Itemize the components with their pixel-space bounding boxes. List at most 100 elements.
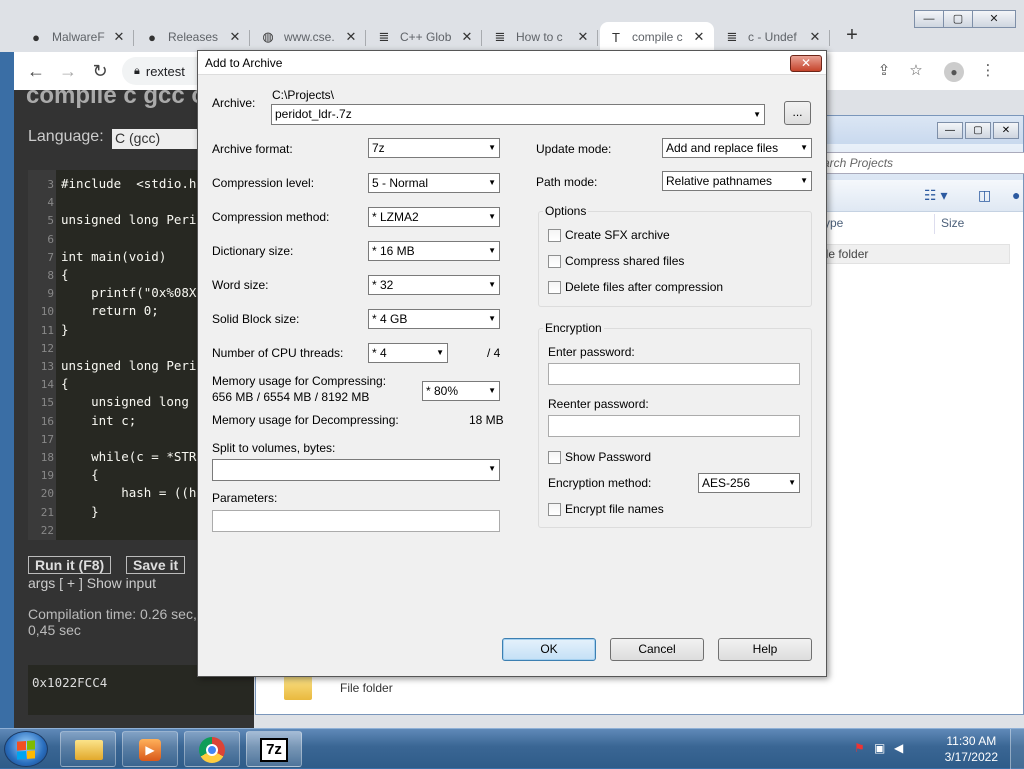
save-button[interactable]: Save it xyxy=(126,556,186,574)
menu-kebab-icon[interactable]: ⋮ xyxy=(976,60,1000,84)
dialog-title: Add to Archive xyxy=(205,56,283,70)
archive-directory: C:\Projects\ xyxy=(272,88,335,102)
encrypt-names-checkbox[interactable]: Encrypt file names xyxy=(548,502,664,516)
args-show-input[interactable]: args [ + ] Show input xyxy=(28,575,156,591)
create-sfx-checkbox[interactable]: Create SFX archive xyxy=(548,228,670,242)
network-icon[interactable]: ▣ xyxy=(874,741,888,755)
compress-shared-label: Compress shared files xyxy=(565,254,685,268)
compress-shared-checkbox[interactable]: Compress shared files xyxy=(548,254,684,268)
solid-block-select[interactable]: * 4 GB xyxy=(368,309,500,329)
folder-icon xyxy=(284,676,312,700)
action-center-icon[interactable]: ⚑ xyxy=(854,741,868,755)
encryption-method-select[interactable]: AES-256 xyxy=(698,473,800,493)
explorer-close-button[interactable]: ✕ xyxy=(993,122,1019,139)
file-row[interactable]: ile folder xyxy=(816,244,1010,264)
tab-title: c - Undef xyxy=(748,30,797,44)
compression-level-select[interactable]: 5 - Normal xyxy=(368,173,500,193)
show-desktop-button[interactable] xyxy=(1010,729,1024,769)
update-mode-select[interactable]: Add and replace files xyxy=(662,138,812,158)
tab-close-icon[interactable]: ✕ xyxy=(808,29,822,45)
profile-icon[interactable]: ● xyxy=(944,62,964,82)
explorer-maximize-button[interactable]: ▢ xyxy=(965,122,991,139)
cancel-button[interactable]: Cancel xyxy=(610,638,704,661)
back-icon[interactable]: ← xyxy=(24,60,48,84)
explorer-minimize-button[interactable]: — xyxy=(937,122,963,139)
reload-icon[interactable]: ↻ xyxy=(88,60,112,84)
code-line: hash = ((ha xyxy=(61,485,204,501)
new-tab-button[interactable]: + xyxy=(840,24,864,48)
tab-close-icon[interactable]: ✕ xyxy=(228,29,242,45)
tab-4[interactable]: ≣ How to c ✕ xyxy=(484,22,598,52)
taskbar-file-explorer[interactable] xyxy=(60,731,116,767)
tab-close-icon[interactable]: ✕ xyxy=(460,29,474,45)
dictionary-size-select[interactable]: * 16 MB xyxy=(368,241,500,261)
tab-3[interactable]: ≣ C++ Glob ✕ xyxy=(368,22,482,52)
address-bar[interactable]: 🔒︎ rextest xyxy=(122,57,202,85)
maximize-button[interactable]: ▢ xyxy=(943,10,973,28)
browse-button[interactable]: ... xyxy=(784,101,811,125)
tab-6[interactable]: ≣ c - Undef ✕ xyxy=(716,22,830,52)
rextester-icon: T xyxy=(612,29,620,45)
ok-button[interactable]: OK xyxy=(502,638,596,661)
lock-icon: 🔒︎ xyxy=(134,64,140,77)
run-button[interactable]: Run it (F8) xyxy=(28,556,112,574)
split-volumes-combo[interactable] xyxy=(212,459,500,481)
path-mode-select[interactable]: Relative pathnames xyxy=(662,171,812,191)
archive-format-select[interactable]: 7z xyxy=(368,138,500,158)
tab-close-icon[interactable]: ✕ xyxy=(112,29,126,45)
clock[interactable]: 11:30 AM 3/17/2022 xyxy=(945,733,998,765)
view-options-icon[interactable]: ☷ ▾ xyxy=(924,187,947,204)
share-icon[interactable]: ⇪ xyxy=(872,60,896,84)
bookmark-star-icon[interactable]: ☆ xyxy=(904,60,928,84)
line-number: 17 xyxy=(40,432,54,446)
help-button[interactable]: Help xyxy=(718,638,812,661)
github-icon: ● xyxy=(148,29,156,45)
file-row-type[interactable]: File folder xyxy=(340,681,393,695)
tab-5[interactable]: Tcompile c ✕ xyxy=(600,22,714,52)
memory-percent-select[interactable]: * 80% xyxy=(422,381,500,401)
enter-password-input[interactable] xyxy=(548,363,800,385)
code-line: printf("0x%08X\ xyxy=(61,285,204,301)
code-line: while(c = *STRI xyxy=(61,449,204,464)
delete-after-checkbox[interactable]: Delete files after compression xyxy=(548,280,723,294)
line-gutter: 3 4 5 6 7 8 9 10 11 12 13 14 15 16 17 18 19 20 21 22 xyxy=(28,170,56,540)
language-select[interactable]: C (gcc) xyxy=(112,129,202,149)
forward-icon[interactable]: → xyxy=(56,60,80,84)
taskbar-chrome[interactable] xyxy=(184,731,240,767)
preview-pane-icon[interactable]: ◫ xyxy=(978,187,991,204)
sevenzip-icon: 7z xyxy=(260,738,288,762)
volume-icon[interactable]: ◀ xyxy=(894,741,908,755)
windows-logo-icon xyxy=(17,740,35,760)
tab-close-icon[interactable]: ✕ xyxy=(576,29,590,45)
column-header-size[interactable]: Size xyxy=(941,216,964,230)
archive-name-combo[interactable]: peridot_ldr-.7z xyxy=(271,104,765,125)
encrypt-names-label: Encrypt file names xyxy=(565,502,664,516)
compression-method-select[interactable]: * LZMA2 xyxy=(368,207,500,227)
word-size-select[interactable]: * 32 xyxy=(368,275,500,295)
parameters-input[interactable] xyxy=(212,510,500,532)
tab-close-icon[interactable]: ✕ xyxy=(692,29,706,45)
memory-decompress-value: 18 MB xyxy=(469,413,504,427)
tab-title: MalwareF xyxy=(52,30,105,44)
tab-title: How to c xyxy=(516,30,563,44)
code-line: return 0; xyxy=(61,303,159,319)
help-icon[interactable]: ● xyxy=(1012,187,1020,203)
tab-0[interactable]: ● MalwareF ✕ xyxy=(20,22,134,52)
taskbar-media-player[interactable]: ▶ xyxy=(122,731,178,767)
cpu-threads-select[interactable]: * 4 xyxy=(368,343,448,363)
line-number: 6 xyxy=(47,232,54,246)
show-password-checkbox[interactable]: Show Password xyxy=(548,450,651,464)
minimize-button[interactable]: — xyxy=(914,10,944,28)
explorer-search-input[interactable]: arch Projects xyxy=(816,152,1024,174)
reenter-password-input[interactable] xyxy=(548,415,800,437)
memory-decompress-label: Memory usage for Decompressing: xyxy=(212,413,399,427)
dialog-close-button[interactable]: ✕ xyxy=(790,55,822,72)
start-button[interactable] xyxy=(4,731,48,767)
code-line: { xyxy=(61,467,99,483)
dictionary-size-label: Dictionary size: xyxy=(212,244,294,258)
tab-1[interactable]: ● Releases ✕ xyxy=(136,22,250,52)
taskbar-7zip[interactable]: 7z xyxy=(246,731,302,767)
tab-2[interactable]: ◍ www.cse. ✕ xyxy=(252,22,366,52)
close-button[interactable]: ✕ xyxy=(972,10,1016,28)
tab-close-icon[interactable]: ✕ xyxy=(344,29,358,45)
